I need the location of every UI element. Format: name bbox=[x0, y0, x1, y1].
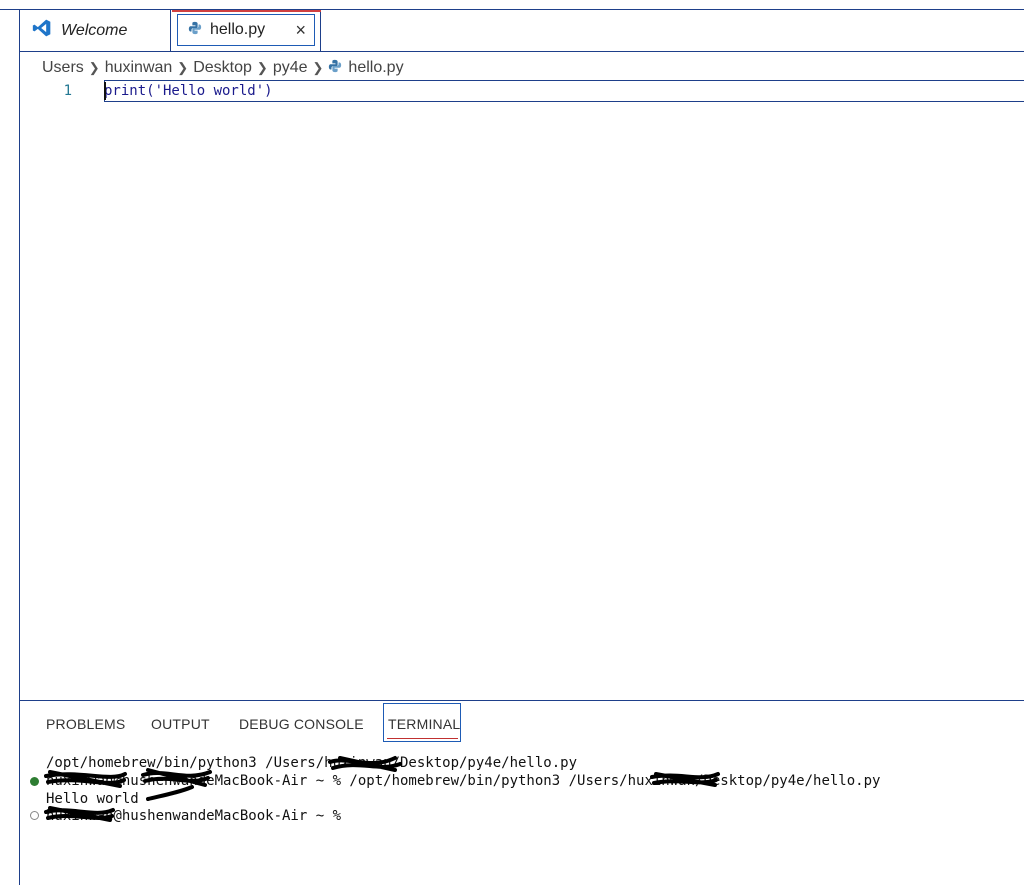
tab-hello-py-focus: hello.py × bbox=[177, 14, 315, 46]
tab-terminal[interactable]: TERMINAL bbox=[388, 716, 460, 732]
panel-top-border bbox=[20, 700, 1024, 701]
chevron-right-icon: ❯ bbox=[256, 60, 268, 75]
python-icon bbox=[328, 59, 342, 78]
terminal-prompt[interactable]: huxinwan@hushenwandeMacBook-Air ~ % bbox=[46, 808, 341, 824]
command-pending-dot-icon[interactable] bbox=[30, 811, 39, 820]
breadcrumb-huxinwan[interactable]: huxinwan bbox=[105, 59, 173, 77]
breadcrumb-desktop[interactable]: Desktop bbox=[193, 59, 252, 77]
breadcrumb-py4e[interactable]: py4e bbox=[273, 59, 308, 77]
breadcrumb-users[interactable]: Users bbox=[42, 59, 84, 77]
command-success-dot-icon[interactable] bbox=[30, 777, 39, 786]
terminal-line: /opt/homebrew/bin/python3 /Users/huxinwa… bbox=[46, 755, 578, 771]
chevron-right-icon: ❯ bbox=[312, 60, 324, 75]
code-line[interactable]: print('Hello world') bbox=[104, 83, 273, 99]
line-number: 1 bbox=[63, 83, 72, 99]
breadcrumb-hello-py[interactable]: hello.py bbox=[348, 59, 403, 77]
python-icon bbox=[188, 21, 202, 40]
tab-welcome-label: Welcome bbox=[61, 21, 128, 39]
terminal-line: Hello world bbox=[46, 791, 139, 807]
vscode-logo-icon bbox=[32, 18, 52, 43]
tab-debug-console[interactable]: DEBUG CONSOLE bbox=[239, 716, 364, 732]
active-tab-indicator bbox=[172, 10, 321, 12]
chevron-right-icon: ❯ bbox=[177, 60, 189, 75]
window-left-border bbox=[19, 9, 20, 885]
tab-welcome[interactable]: Welcome bbox=[20, 10, 171, 51]
chevron-right-icon: ❯ bbox=[88, 60, 100, 75]
tab-problems[interactable]: PROBLEMS bbox=[46, 716, 125, 732]
close-icon[interactable]: × bbox=[295, 21, 306, 39]
tab-hello-py-label: hello.py bbox=[210, 21, 266, 38]
terminal-line: huxinwan@hushenwandeMacBook-Air ~ % /opt… bbox=[46, 773, 881, 789]
tab-hello-py[interactable]: hello.py × bbox=[172, 10, 321, 51]
breadcrumb: Users ❯ huxinwan ❯ Desktop ❯ py4e ❯ hell… bbox=[42, 57, 404, 79]
editor-tab-bar: Welcome hello.py × bbox=[20, 10, 1024, 52]
redaction-scribbles bbox=[44, 756, 720, 822]
tab-output[interactable]: OUTPUT bbox=[151, 716, 210, 732]
text-cursor bbox=[104, 82, 106, 100]
active-panel-indicator bbox=[387, 738, 458, 739]
